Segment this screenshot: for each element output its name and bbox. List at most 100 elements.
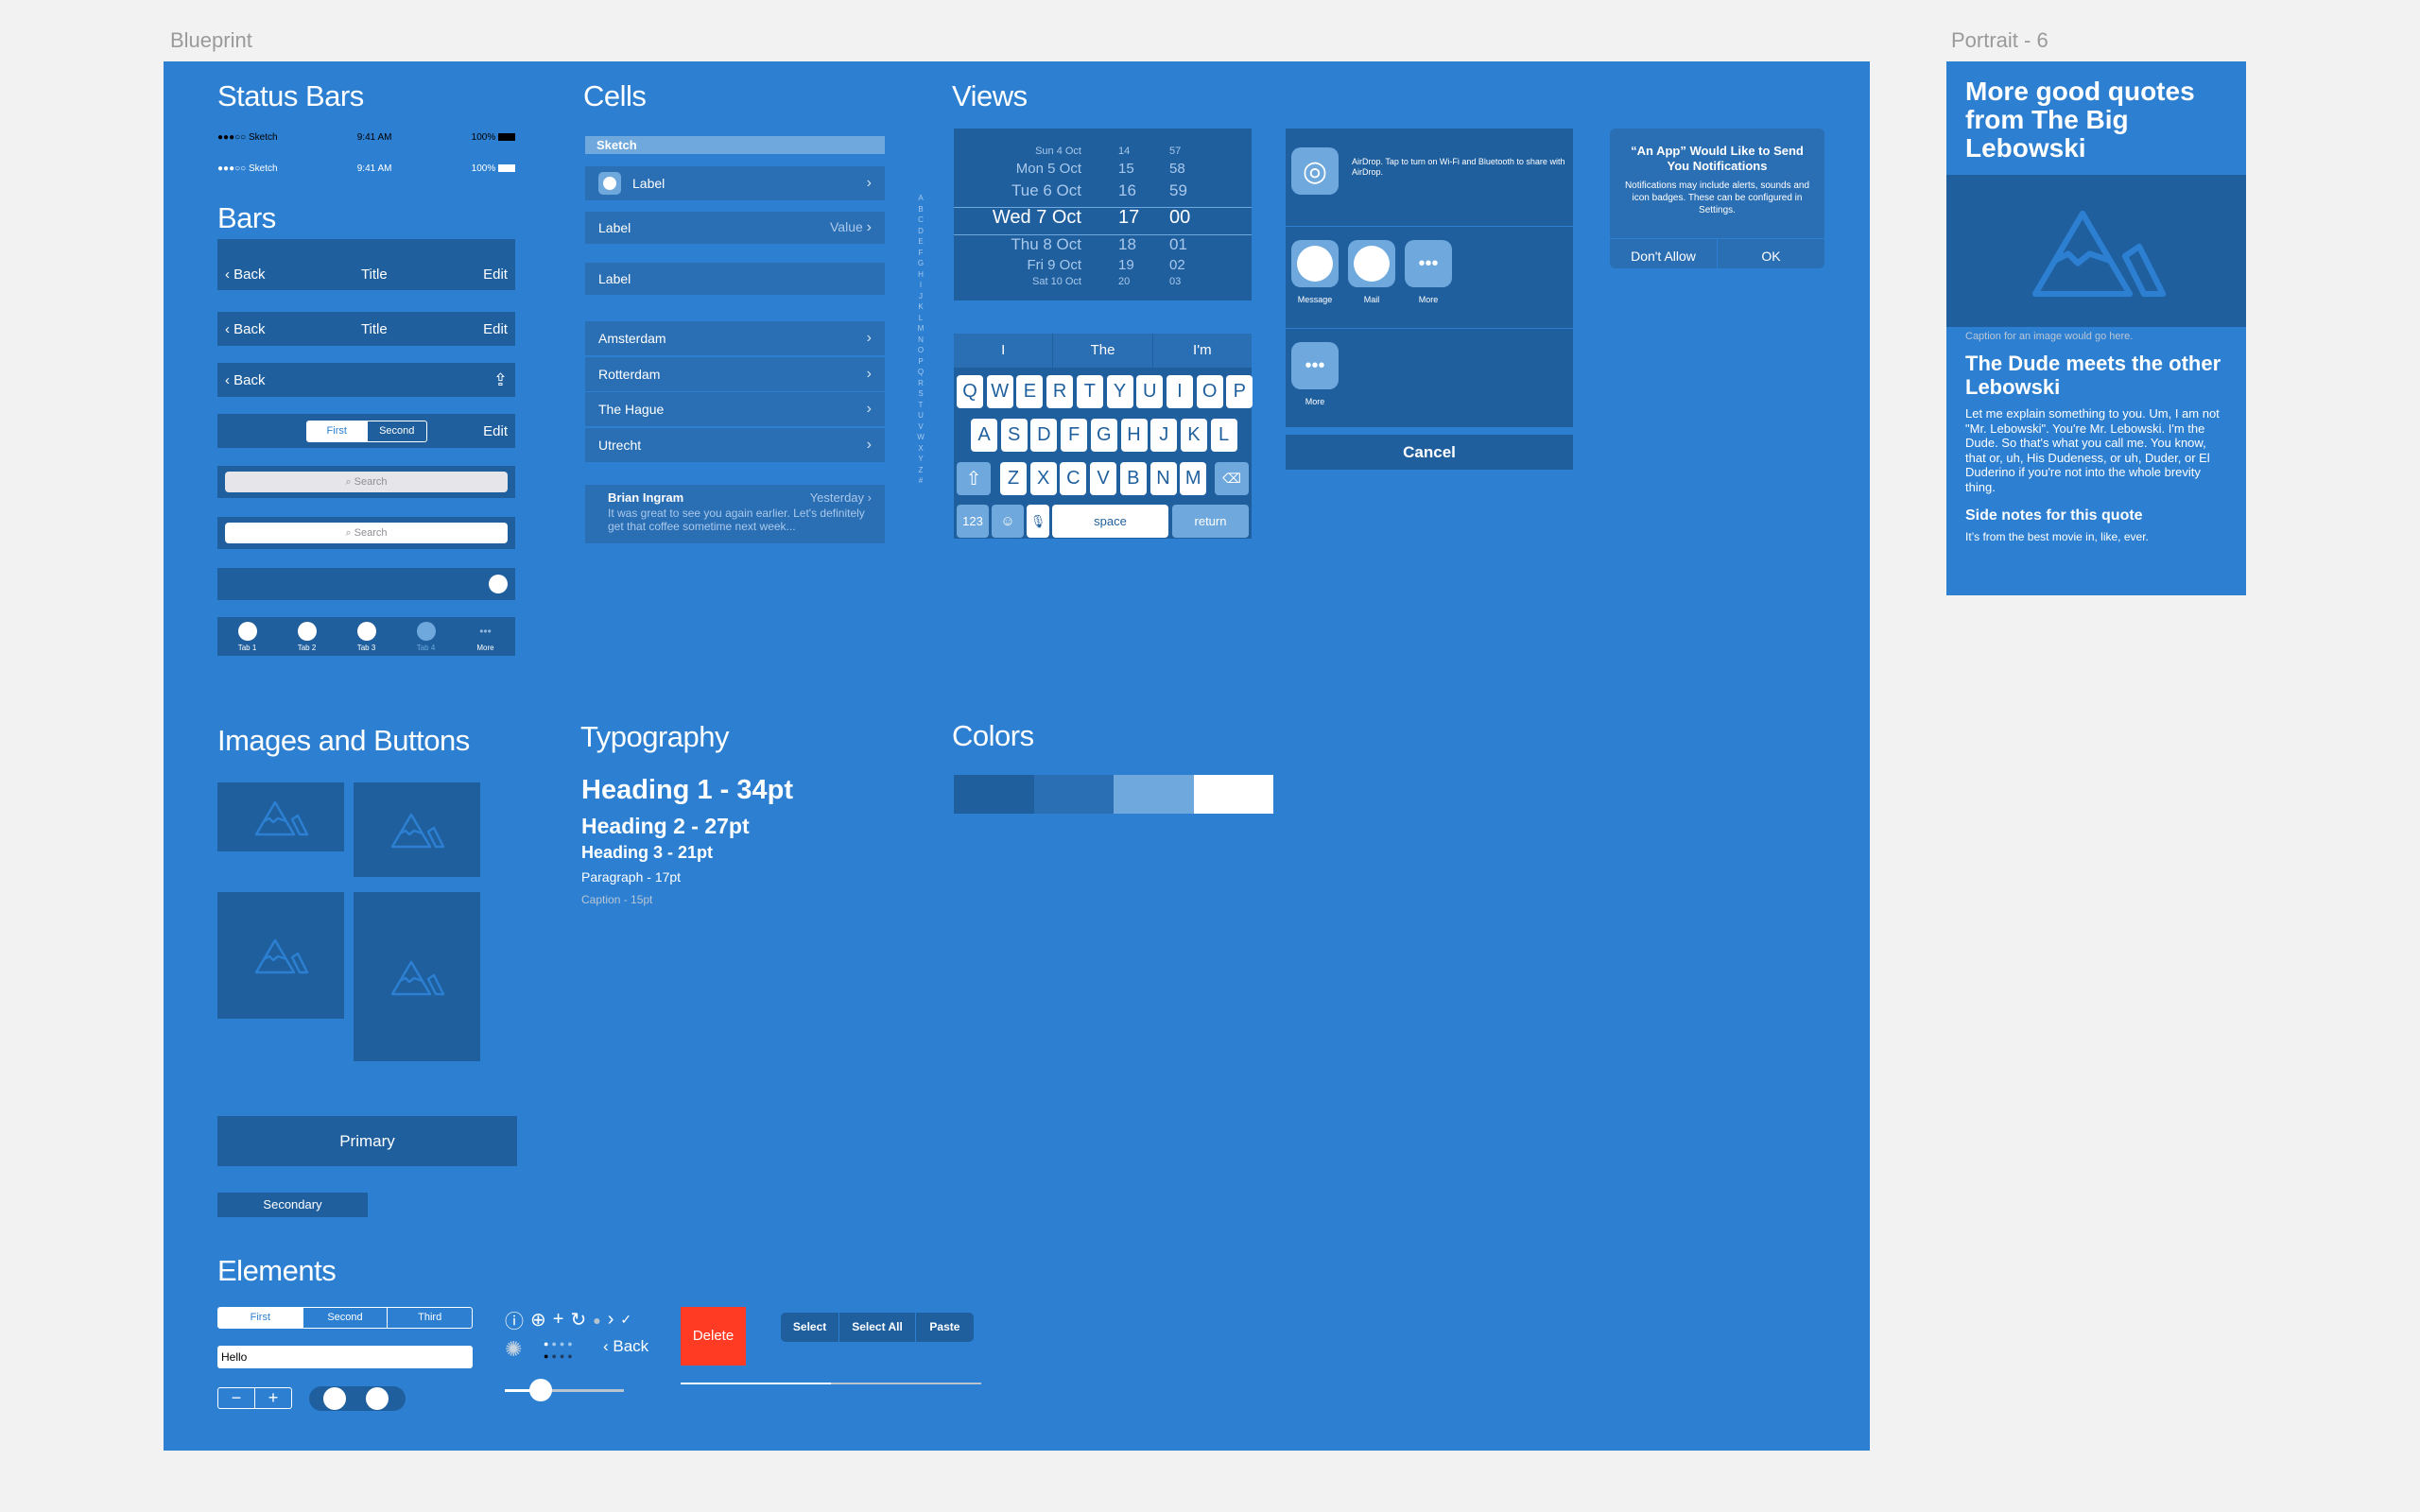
emoji-key[interactable]: ☺ [992, 505, 1024, 538]
index-letter[interactable]: M [915, 323, 926, 335]
city-cell[interactable]: Utrecht › [585, 427, 885, 462]
tab-item[interactable]: ••• More [467, 622, 505, 652]
search-input[interactable]: ⌕ Search [225, 472, 508, 492]
city-cell[interactable]: Amsterdam › [585, 321, 885, 355]
key-d[interactable]: D [1030, 419, 1058, 452]
index-letter[interactable]: D [915, 226, 926, 237]
index-letter[interactable]: K [915, 301, 926, 313]
index-letter[interactable]: L [915, 313, 926, 324]
share-app-more[interactable]: ••• More [1405, 240, 1452, 315]
segmented-control[interactable]: First Second [306, 420, 427, 442]
tab-item[interactable]: Tab 3 [348, 621, 386, 652]
page-control[interactable]: ●●●● ●●●● [544, 1338, 576, 1363]
date-picker[interactable]: Sun 4 Oct 14 57 Mon 5 Oct 15 58 Tue 6 Oct 16 59 W… [954, 129, 1252, 301]
cell-with-icon[interactable]: Label › [585, 166, 885, 200]
key-s[interactable]: S [1000, 419, 1028, 452]
toolbar-dot-icon[interactable] [489, 575, 508, 593]
clear-icon[interactable]: ● [593, 1313, 600, 1328]
key-a[interactable]: A [971, 419, 997, 452]
cell-basic[interactable]: Label [585, 263, 885, 295]
index-letter[interactable]: E [915, 236, 926, 248]
segment-third[interactable]: Third [387, 1308, 472, 1328]
suggestion[interactable]: I'm [1151, 334, 1252, 368]
dont-allow-button[interactable]: Don't Allow [1610, 239, 1718, 272]
cell-value[interactable]: Label Value › [585, 212, 885, 244]
space-key[interactable]: space [1052, 505, 1168, 538]
segment-first[interactable]: First [218, 1308, 302, 1328]
checkmark-icon[interactable]: ✓ [620, 1312, 631, 1328]
key-n[interactable]: N [1150, 462, 1177, 495]
artboard-label-portrait[interactable]: Portrait - 6 [1951, 28, 2048, 53]
key-m[interactable]: M [1180, 462, 1207, 495]
menu-item-paste[interactable]: Paste [916, 1313, 974, 1342]
artboard-label-blueprint[interactable]: Blueprint [170, 28, 252, 53]
shift-key[interactable]: ⇧ [957, 462, 991, 495]
index-letter[interactable]: U [915, 410, 926, 421]
microphone-key[interactable]: 🎙 [1027, 505, 1049, 538]
key-v[interactable]: V [1090, 462, 1117, 495]
key-u[interactable]: U [1136, 375, 1164, 408]
index-letter[interactable]: H [915, 269, 926, 281]
segment-second[interactable]: Second [302, 1308, 388, 1328]
edit-button[interactable]: Edit [483, 423, 508, 439]
index-letter[interactable]: R [915, 378, 926, 389]
index-letter[interactable]: O [915, 345, 926, 356]
secondary-button[interactable]: Secondary [217, 1193, 368, 1217]
return-key[interactable]: return [1172, 505, 1249, 538]
index-letter[interactable]: # [915, 475, 926, 487]
plus-icon[interactable]: + [255, 1388, 291, 1408]
refresh-icon[interactable]: ↻ [570, 1308, 586, 1332]
key-f[interactable]: F [1061, 419, 1088, 452]
cancel-button[interactable]: Cancel [1286, 435, 1573, 470]
section-index[interactable]: A B C D E F G H I J K L M N O P Q R S T U V W X Y Z # [915, 193, 926, 487]
menu-item-select-all[interactable]: Select All [839, 1313, 916, 1342]
key-k[interactable]: K [1180, 419, 1207, 452]
tab-item[interactable]: Tab 4 [407, 621, 445, 652]
search-input[interactable]: ⌕ Search [225, 523, 508, 543]
back-link[interactable]: ‹ Back [603, 1337, 648, 1356]
text-field[interactable]: Hello [217, 1346, 473, 1368]
slider-thumb[interactable] [528, 1379, 552, 1401]
index-letter[interactable]: W [915, 432, 926, 443]
plus-icon[interactable]: + [553, 1309, 564, 1331]
index-letter[interactable]: C [915, 215, 926, 226]
segment-second[interactable]: Second [366, 421, 427, 441]
index-letter[interactable]: A [915, 193, 926, 204]
delete-key[interactable]: ⌫ [1215, 462, 1249, 495]
key-l[interactable]: L [1210, 419, 1237, 452]
share-app-message[interactable]: Message [1291, 240, 1339, 315]
message-cell[interactable]: Brian Ingram Yesterday › It was great to … [585, 485, 885, 543]
delete-button[interactable]: Delete [681, 1307, 746, 1366]
key-w[interactable]: W [986, 375, 1013, 408]
suggestion[interactable]: The [1052, 334, 1151, 368]
share-icon[interactable]: ⇪ [493, 370, 508, 390]
key-b[interactable]: B [1119, 462, 1147, 495]
suggestion[interactable]: I [954, 334, 1052, 368]
minus-icon[interactable]: − [218, 1388, 255, 1408]
toggle-switch[interactable] [323, 1387, 346, 1410]
index-letter[interactable]: Q [915, 367, 926, 378]
index-letter[interactable]: S [915, 388, 926, 400]
info-icon[interactable]: ⓘ [505, 1306, 524, 1333]
key-z[interactable]: Z [1000, 462, 1027, 495]
index-letter[interactable]: G [915, 258, 926, 269]
share-app-mail[interactable]: Mail [1348, 240, 1395, 315]
key-q[interactable]: Q [957, 375, 983, 408]
menu-item-select[interactable]: Select [781, 1313, 840, 1342]
key-e[interactable]: E [1016, 375, 1044, 408]
add-circle-icon[interactable]: ⊕ [530, 1308, 546, 1332]
key-t[interactable]: T [1076, 375, 1103, 408]
index-letter[interactable]: V [915, 421, 926, 433]
primary-button[interactable]: Primary [217, 1116, 517, 1166]
index-letter[interactable]: B [915, 204, 926, 215]
key-r[interactable]: R [1046, 375, 1074, 408]
key-y[interactable]: Y [1106, 375, 1133, 408]
numbers-key[interactable]: 123 [957, 505, 989, 538]
key-p[interactable]: P [1226, 375, 1253, 408]
key-h[interactable]: H [1120, 419, 1148, 452]
index-letter[interactable]: P [915, 356, 926, 368]
city-cell[interactable]: The Hague › [585, 392, 885, 426]
index-letter[interactable]: Z [915, 465, 926, 476]
key-j[interactable]: J [1150, 419, 1178, 452]
index-letter[interactable]: X [915, 443, 926, 455]
